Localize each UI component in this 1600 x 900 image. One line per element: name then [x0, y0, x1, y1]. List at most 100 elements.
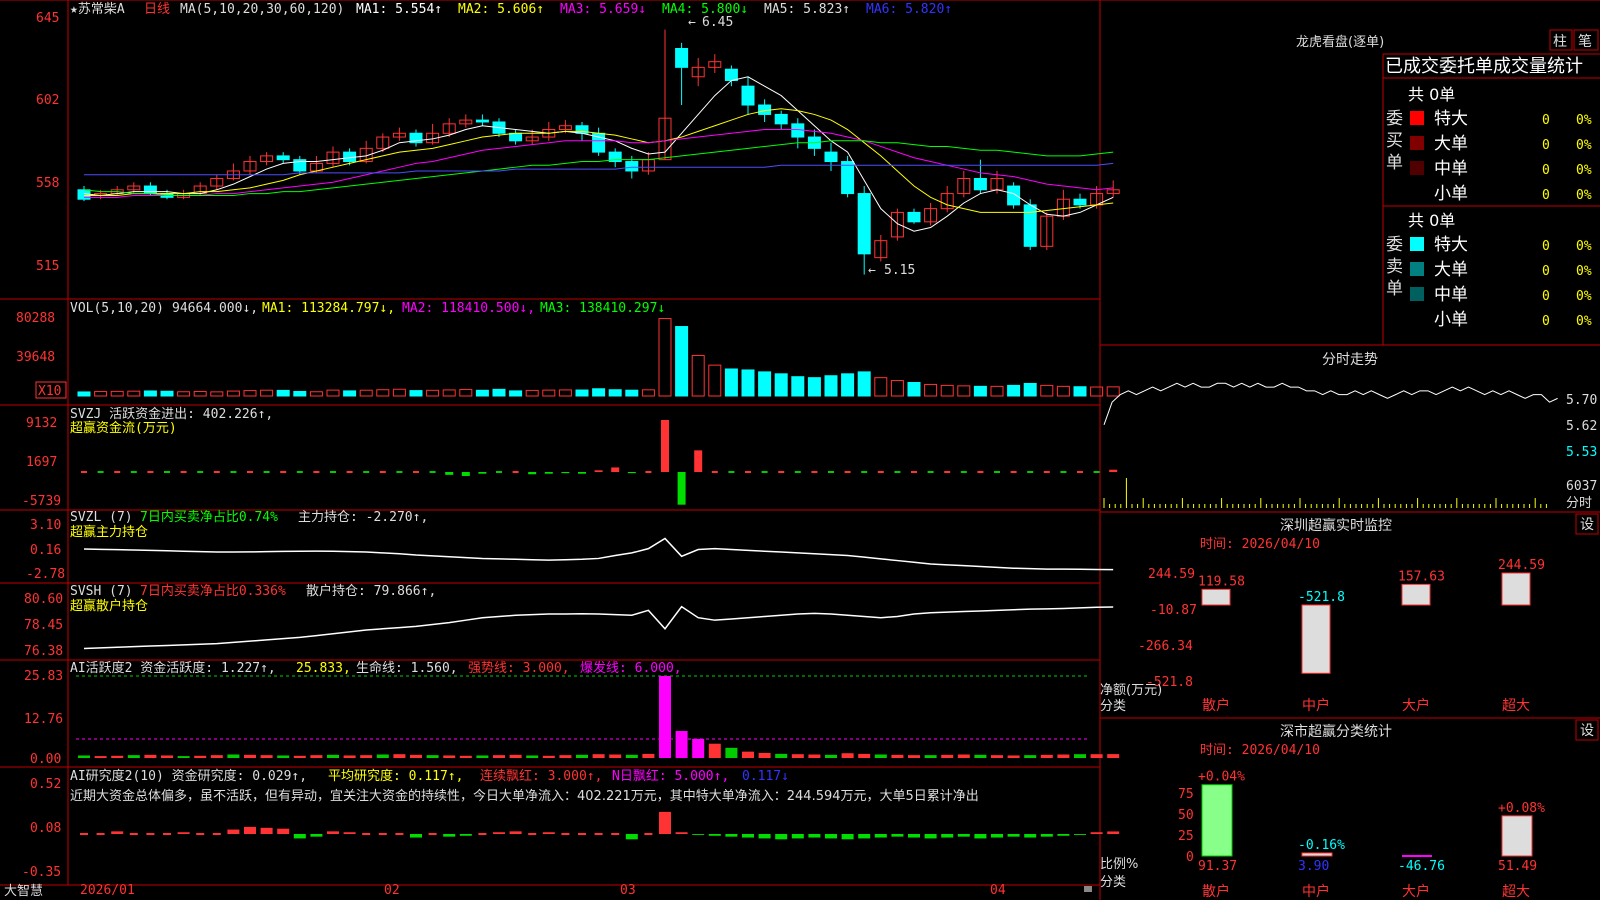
flow-bar[interactable]: [528, 472, 537, 475]
volume-bar[interactable]: [359, 389, 373, 397]
activity-bar[interactable]: [692, 738, 705, 758]
volume-bar[interactable]: [243, 390, 257, 397]
activity-bar[interactable]: [891, 754, 904, 758]
volume-bar[interactable]: [841, 373, 855, 397]
volume-bar[interactable]: [558, 389, 572, 397]
activity-bar[interactable]: [725, 747, 738, 758]
order-stats-tab[interactable]: 已成交委托单成交量统计: [1385, 56, 1583, 77]
activity-bar[interactable]: [509, 754, 522, 758]
sz-stats-bars[interactable]: 91.37 +0.04% 散户 3.90 -0.16% 中户 -46.76 大户 51.49 +0…: [1198, 770, 1545, 900]
volume-bar[interactable]: [741, 369, 755, 397]
activity-bar[interactable]: [1090, 754, 1103, 758]
volume-bar[interactable]: [691, 354, 705, 397]
volume-bar[interactable]: [890, 380, 904, 397]
activity-bar[interactable]: [459, 755, 472, 758]
research-bar[interactable]: [1057, 834, 1070, 836]
activity-bar[interactable]: [111, 755, 124, 758]
sz-bar[interactable]: [1401, 583, 1431, 606]
volume-bar[interactable]: [807, 377, 821, 397]
activity-bar[interactable]: [675, 731, 688, 758]
volume-bar[interactable]: [143, 390, 157, 397]
volume-bar[interactable]: [293, 390, 307, 397]
main-holding-line[interactable]: [83, 537, 1114, 571]
flow-bar[interactable]: [627, 472, 636, 474]
activity-bar[interactable]: [210, 755, 223, 758]
activity-bar[interactable]: [493, 755, 505, 758]
holding-line[interactable]: [83, 537, 1114, 571]
activity-bar[interactable]: [841, 753, 854, 758]
research-bar[interactable]: [327, 831, 339, 834]
retail-holding-line[interactable]: [83, 605, 1114, 650]
activity-bar[interactable]: [1057, 754, 1070, 758]
volume-bar[interactable]: [940, 384, 954, 397]
volume-bar[interactable]: [492, 388, 506, 397]
activity-bar[interactable]: [260, 755, 273, 758]
lock-icon[interactable]: [1084, 886, 1092, 892]
volume-bar[interactable]: [376, 389, 390, 397]
flow-bar[interactable]: [661, 420, 669, 472]
volume-bar[interactable]: [874, 377, 888, 397]
volume-bar[interactable]: [392, 388, 406, 397]
activity-bar[interactable]: [194, 755, 207, 758]
volume-bar[interactable]: [625, 389, 639, 397]
activity-bar[interactable]: [144, 754, 157, 758]
vol-unit[interactable]: X10: [38, 384, 61, 399]
candle[interactable]: [475, 119, 489, 123]
volume-bar[interactable]: [509, 390, 523, 397]
research-bar[interactable]: [177, 832, 190, 834]
sz-bar[interactable]: [1201, 588, 1231, 606]
activity-bar[interactable]: [775, 753, 788, 758]
candle[interactable]: [625, 161, 639, 172]
candle[interactable]: [774, 113, 788, 125]
activity-bar[interactable]: [177, 756, 190, 758]
research-bar[interactable]: [1107, 831, 1120, 834]
activity-bar[interactable]: [1007, 755, 1020, 758]
activity-bar[interactable]: [609, 754, 622, 758]
flow-bar[interactable]: [1109, 469, 1118, 472]
activity-bar[interactable]: [360, 755, 373, 758]
volume-bars[interactable]: [77, 318, 1120, 397]
candle[interactable]: [907, 211, 921, 223]
volume-bar[interactable]: [758, 371, 772, 397]
research-bar[interactable]: [625, 834, 638, 840]
fund-flow-bars[interactable]: [81, 420, 1118, 505]
research-bar[interactable]: [410, 834, 422, 838]
activity-bar[interactable]: [941, 754, 954, 758]
activity-bar[interactable]: [1107, 754, 1120, 758]
activity-bar[interactable]: [443, 755, 456, 758]
activity-bar[interactable]: [277, 755, 290, 758]
retail-line[interactable]: [83, 605, 1114, 650]
volume-bar[interactable]: [924, 383, 938, 397]
activity-bar[interactable]: [293, 755, 306, 758]
volume-bar[interactable]: [276, 389, 290, 397]
flow-bar[interactable]: [445, 472, 454, 475]
activity-bar[interactable]: [576, 754, 588, 758]
candle[interactable]: [741, 85, 755, 106]
research-bar[interactable]: [708, 834, 721, 836]
volume-bar[interactable]: [226, 390, 240, 397]
research-bar[interactable]: [841, 834, 854, 840]
flow-bar[interactable]: [611, 467, 620, 472]
candle[interactable]: [1023, 204, 1037, 247]
candle[interactable]: [857, 193, 871, 255]
activity-bar[interactable]: [742, 751, 754, 758]
volume-bar[interactable]: [459, 389, 473, 397]
candle[interactable]: [824, 151, 838, 163]
volume-bar[interactable]: [326, 389, 340, 397]
activity-bar[interactable]: [426, 755, 439, 758]
research-bar[interactable]: [974, 834, 987, 839]
volume-bar[interactable]: [641, 389, 655, 397]
research-bar[interactable]: [509, 831, 522, 834]
activity-bar[interactable]: [825, 754, 837, 758]
activity-bar[interactable]: [808, 754, 821, 758]
research-bars[interactable]: [80, 811, 1120, 840]
activity-bar[interactable]: [94, 756, 107, 758]
volume-bar[interactable]: [475, 389, 489, 397]
volume-bar[interactable]: [193, 390, 207, 397]
volume-bar[interactable]: [309, 391, 323, 397]
flow-bar[interactable]: [478, 472, 487, 474]
research-bar[interactable]: [1040, 834, 1053, 837]
volume-bar[interactable]: [160, 390, 174, 397]
volume-bar[interactable]: [708, 364, 722, 397]
volume-bar[interactable]: [907, 381, 921, 397]
